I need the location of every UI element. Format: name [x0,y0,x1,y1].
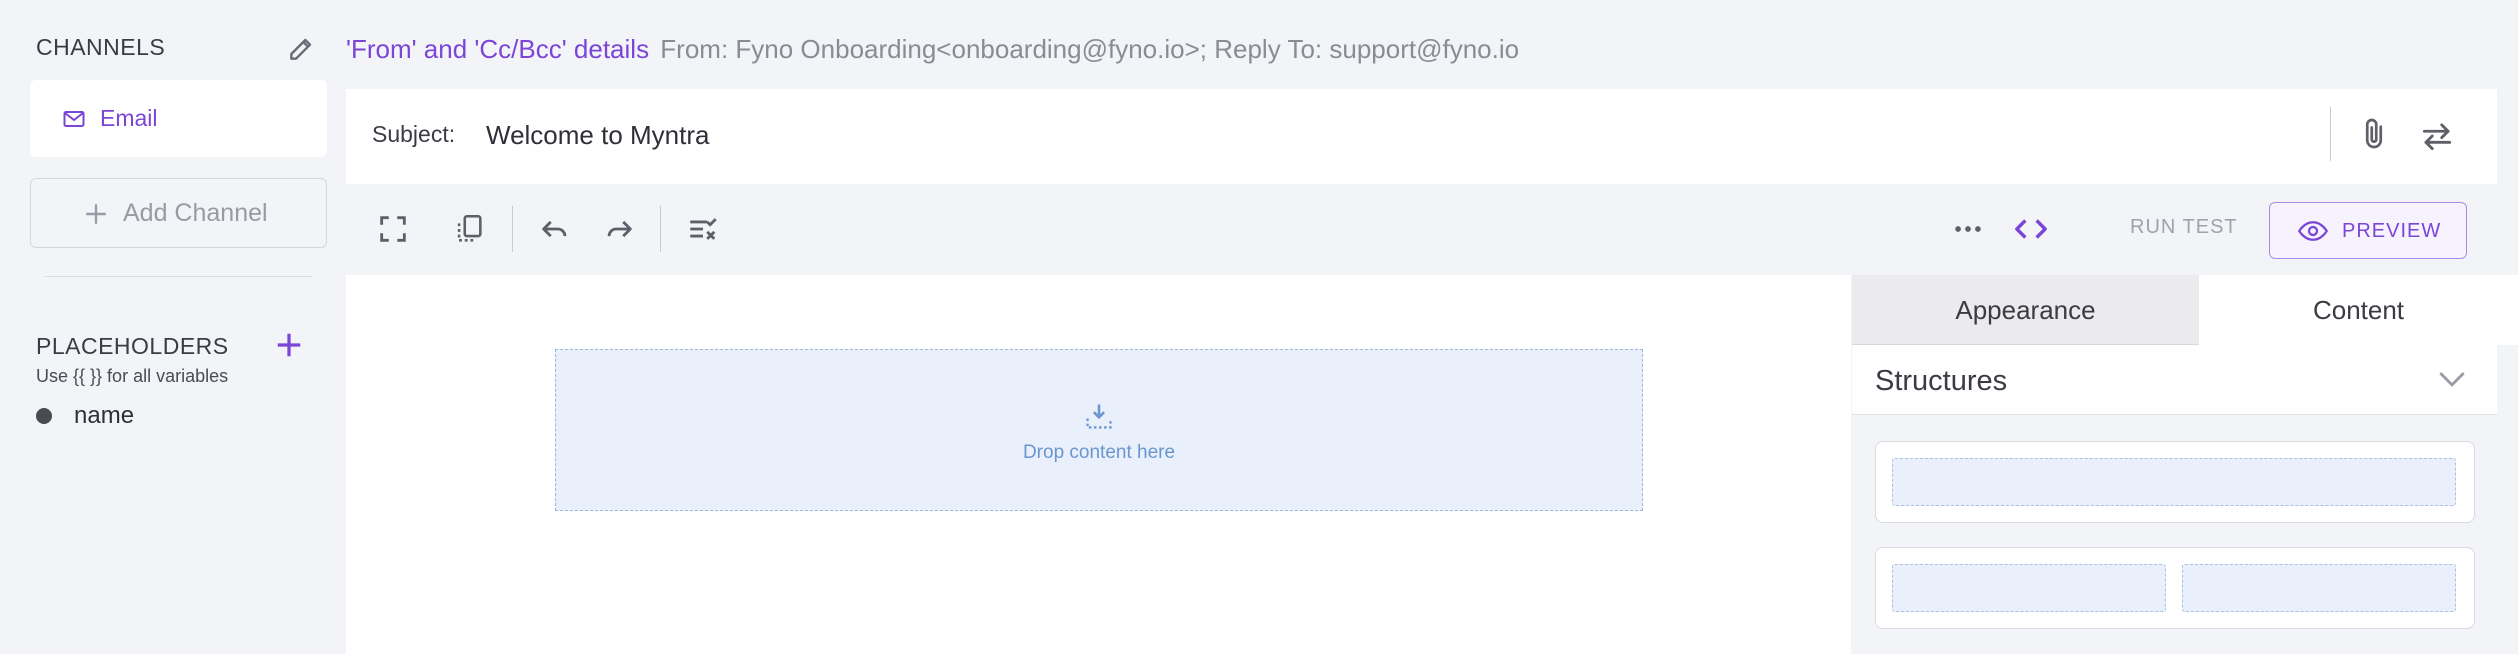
paperclip-icon[interactable] [2356,117,2392,153]
subject-input[interactable] [486,115,2086,155]
more-icon[interactable] [1951,212,1985,246]
structure-column [1892,564,2166,612]
toolbar-separator [660,206,661,252]
run-test-button[interactable]: RUN TEST [2130,216,2238,239]
drop-download-icon [1086,404,1112,429]
properties-panel: Appearance Content Structures [1852,275,2518,654]
mobile-view-icon[interactable] [452,212,486,246]
placeholders-title: PLACEHOLDERS [36,333,229,359]
structure-column [2182,564,2456,612]
email-details: 'From' and 'Cc/Bcc' details From: Fyno O… [346,34,1519,65]
sidebar: CHANNELS Email Add Channel PLACEHOLDERS … [0,0,345,654]
subject-divider [2330,107,2331,161]
add-channel-label: Add Channel [123,199,268,227]
drop-label: Drop content here [1022,442,1176,463]
subject-label: Subject: [372,121,456,147]
structure-one-column[interactable] [1875,441,2475,523]
add-channel-button[interactable]: Add Channel [30,178,327,248]
structure-two-column[interactable] [1875,547,2475,629]
structure-column [1892,458,2456,506]
preview-button[interactable]: PREVIEW [2269,202,2467,259]
channel-item-email[interactable]: Email [30,80,327,157]
placeholder-label: name [74,402,135,429]
structures-header[interactable]: Structures [1852,345,2497,415]
drop-zone[interactable]: Drop content here [555,349,1643,511]
add-placeholder-icon[interactable] [274,330,304,360]
toolbar-separator [512,206,513,252]
email-canvas: Drop content here [346,275,1851,654]
from-cc-bcc-details-link[interactable]: 'From' and 'Cc/Bcc' details [346,34,649,64]
clear-icon[interactable] [686,212,720,246]
redo-icon[interactable] [602,212,636,246]
structures-label: Structures [1875,365,2008,397]
tab-content[interactable]: Content [2199,275,2518,345]
tab-appearance[interactable]: Appearance [1852,275,2199,345]
from-reply-summary: From: Fyno Onboarding<onboarding@fyno.io… [660,34,1520,64]
code-icon[interactable] [2014,212,2048,246]
bullet-icon [36,408,52,424]
edit-pencil-icon[interactable] [286,32,318,64]
swap-icon[interactable] [2418,117,2456,155]
editor-toolbar: RUN TEST PREVIEW [346,184,2497,274]
chevron-down-icon [2439,372,2465,387]
placeholders-hint: Use {{ }} for all variables [36,366,229,386]
channel-label: Email [100,105,158,131]
subject-bar: Subject: [346,89,2497,184]
plus-icon [86,204,106,224]
eye-icon [2298,221,2328,241]
fullscreen-icon[interactable] [376,212,410,246]
mail-icon [63,111,85,127]
sidebar-divider [45,276,312,277]
channels-title: CHANNELS [36,34,166,60]
preview-label: PREVIEW [2342,220,2442,242]
undo-icon[interactable] [538,212,572,246]
